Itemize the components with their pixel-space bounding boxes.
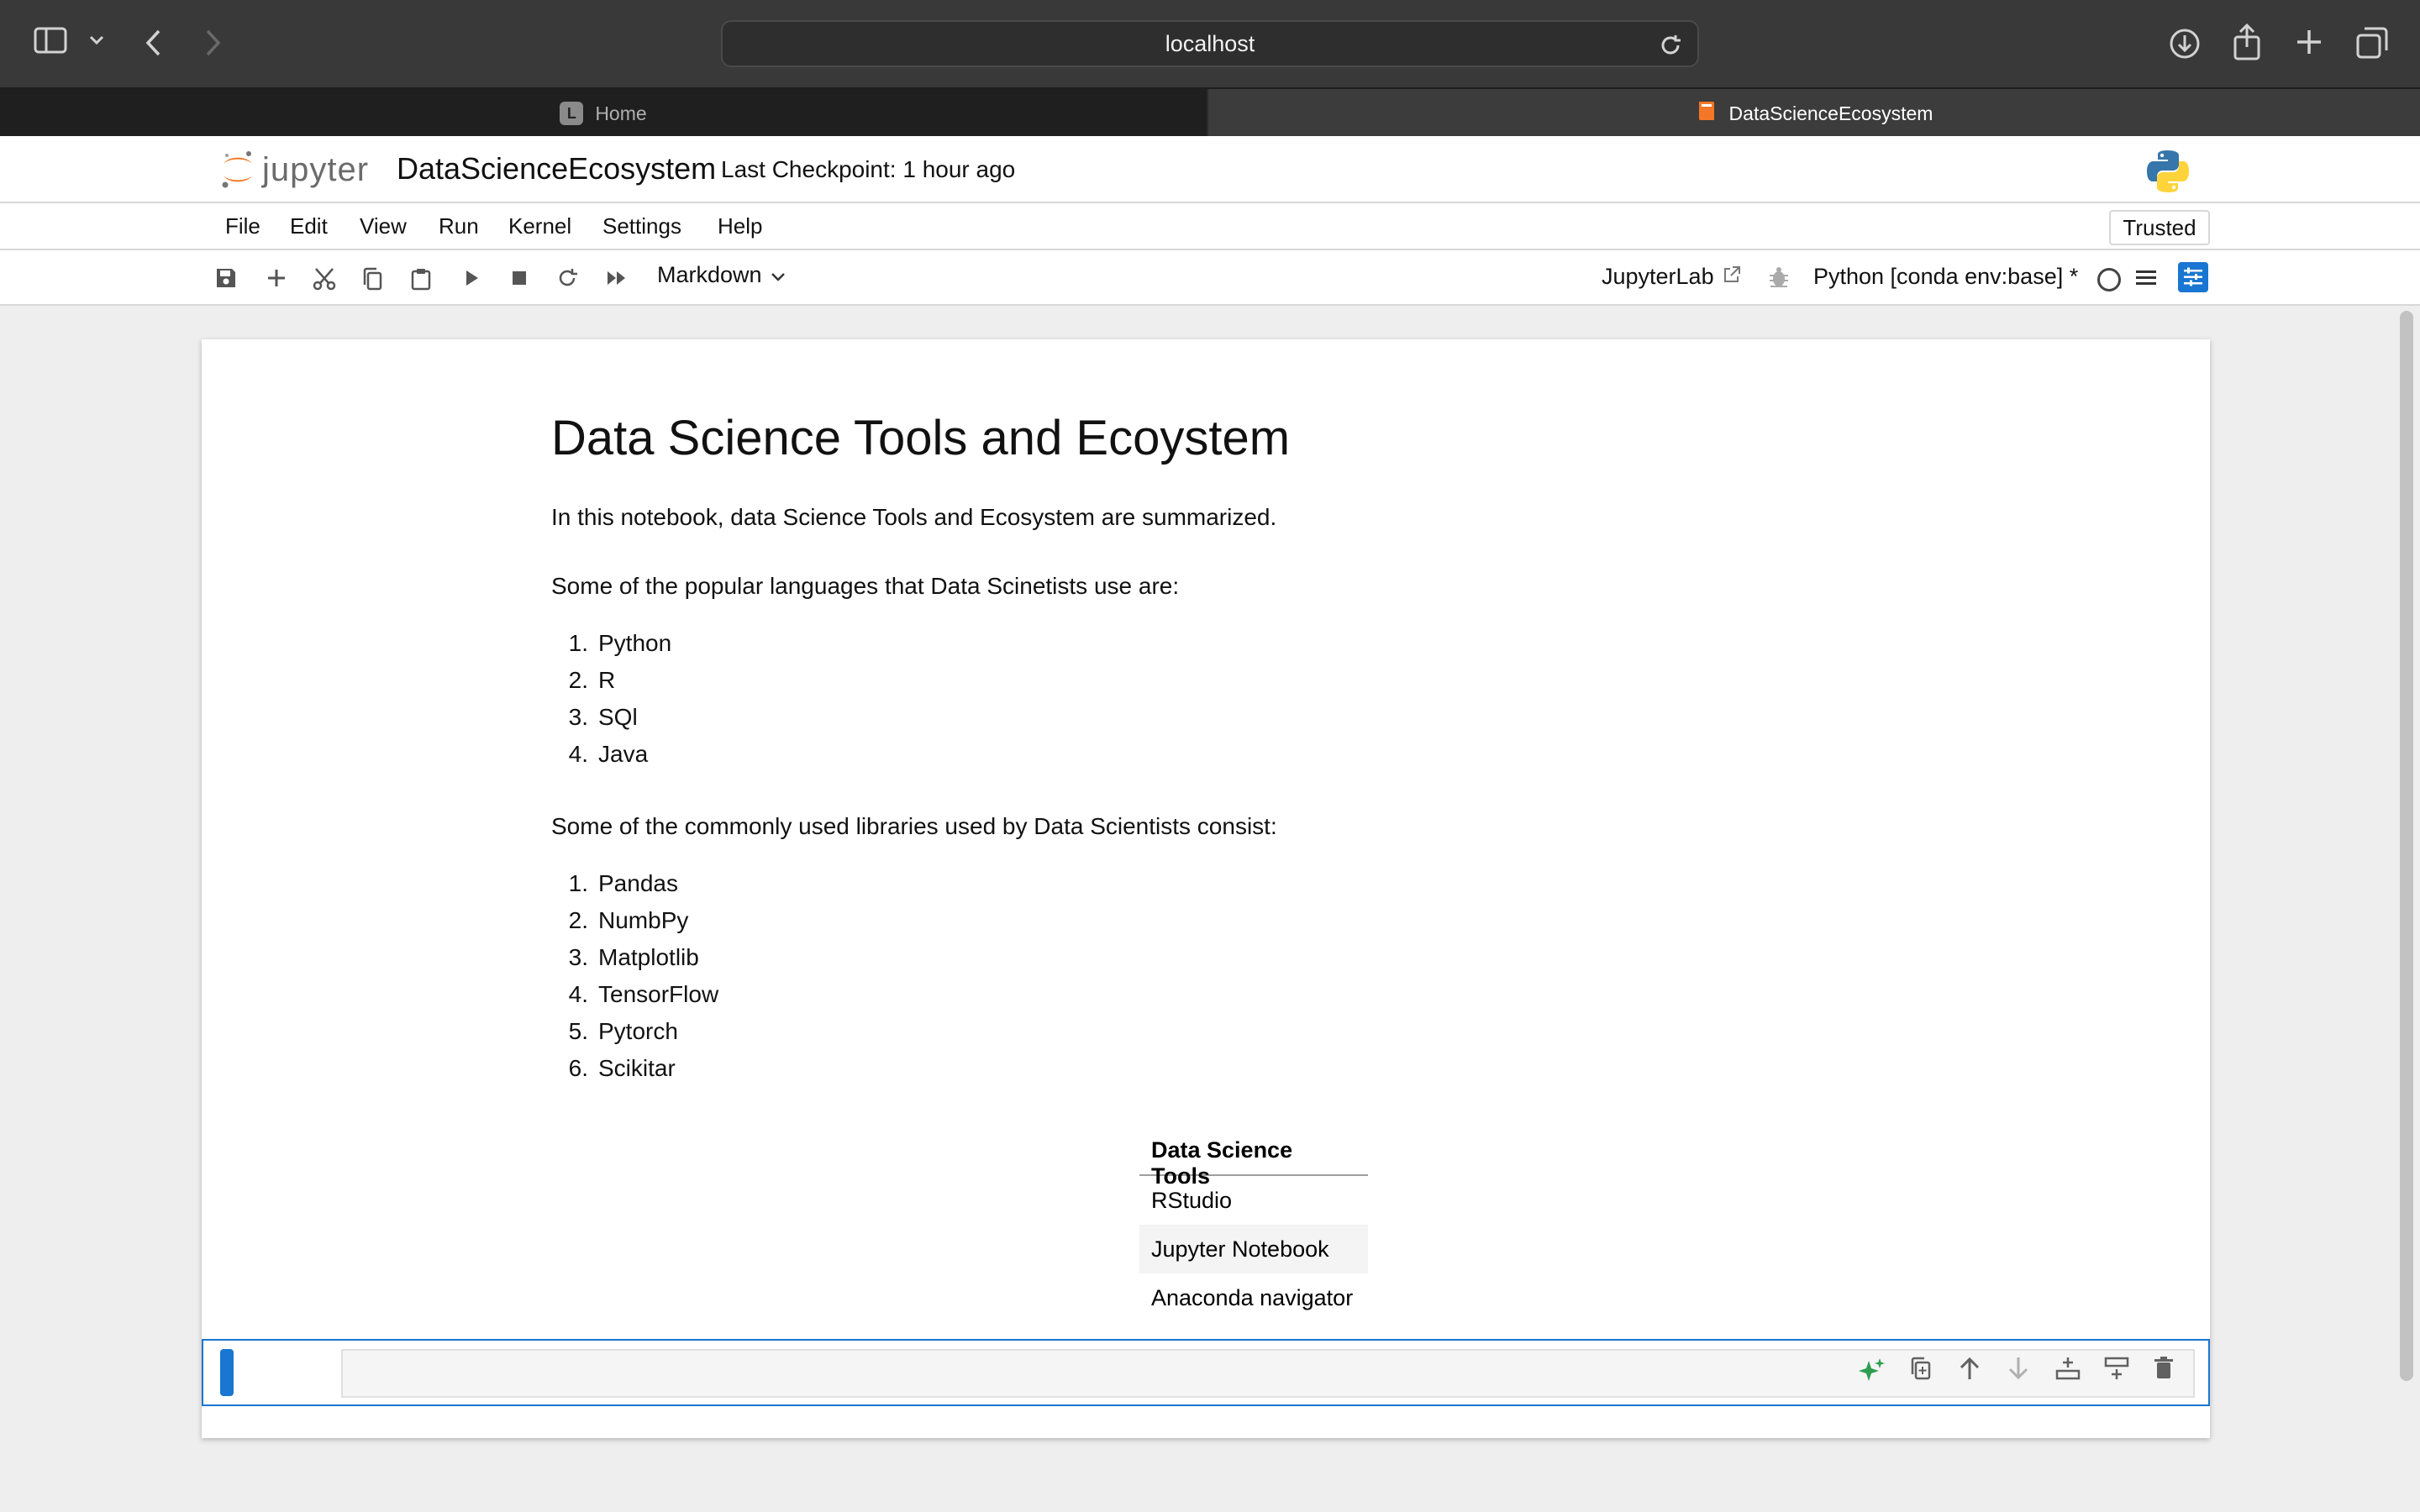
browser-toolbar: localhost (0, 0, 2420, 87)
reload-icon[interactable] (1659, 34, 1682, 63)
move-down-icon[interactable] (2007, 1356, 2030, 1381)
list-item: 2. R (568, 667, 616, 693)
back-icon[interactable] (145, 29, 161, 57)
forward-icon[interactable] (205, 29, 222, 57)
cell-collapser[interactable] (220, 1349, 234, 1396)
jupyter-logo-icon (222, 151, 252, 188)
debugger-icon[interactable] (1768, 265, 1790, 289)
paste-icon[interactable] (410, 267, 432, 291)
list-item: 6. Scikitar (568, 1055, 676, 1081)
cell-type-value: Markdown (657, 262, 762, 287)
trusted-badge[interactable]: Trusted (2109, 210, 2210, 245)
tab-label: Home (595, 102, 647, 124)
tab-label: DataScienceEcosystem (1728, 102, 1933, 124)
list-item: 3. Matplotlib (568, 944, 699, 970)
table-row: Jupyter Notebook (1139, 1225, 1368, 1273)
sparkle-icon[interactable] (1857, 1356, 1887, 1386)
address-bar[interactable]: localhost (721, 20, 1699, 67)
copy-icon[interactable] (361, 267, 383, 291)
menu-bar: File Edit View Run Kernel Settings Help … (0, 203, 2420, 250)
jupyter-logo[interactable]: jupyter (220, 150, 369, 190)
property-inspector-icon[interactable] (2178, 262, 2208, 292)
list-item: 4. TensorFlow (568, 981, 719, 1007)
chevron-down-icon (771, 262, 786, 288)
notebook-toolbar: Markdown JupyterLab Python [conda env:ba… (0, 250, 2420, 306)
cut-icon[interactable] (313, 267, 336, 291)
stop-icon[interactable] (509, 267, 529, 289)
intro-text: In this notebook, data Science Tools and… (551, 504, 1277, 530)
languages-heading: Some of the popular languages that Data … (551, 573, 1180, 599)
jupyter-logo-text: jupyter (262, 150, 370, 188)
tab-bar: L Home DataScienceEcosystem (0, 87, 2420, 138)
languages-list: 1. Python 2. R 3. SQl 4. Java (551, 630, 672, 778)
notebook-page: Data Science Tools and Ecoystem In this … (202, 339, 2210, 1438)
browser-chrome: localhost L Home DataScienceEcosystem (0, 0, 2420, 138)
list-item: 3. SQl (568, 704, 638, 730)
menu-kernel[interactable]: Kernel (508, 213, 571, 239)
notebook-name[interactable]: DataScienceEcosystem (397, 151, 716, 186)
jupyterlab-label: JupyterLab (1602, 264, 1714, 289)
menu-settings[interactable]: Settings (602, 213, 681, 239)
notebook-favicon-icon (1696, 99, 1718, 128)
restart-icon[interactable] (556, 267, 578, 289)
duplicate-cell-icon[interactable] (1909, 1356, 1933, 1381)
table-row: Anaconda navigator (1151, 1285, 1354, 1310)
kernel-status-icon (2097, 268, 2121, 291)
save-icon[interactable] (215, 267, 237, 289)
scrollbar[interactable] (2400, 311, 2413, 1381)
sidebar-toggle-icon[interactable] (34, 27, 67, 54)
menu-run[interactable]: Run (439, 213, 479, 239)
table-header: Data Science Tools (1139, 1124, 1368, 1189)
jupyter-header: jupyter DataScienceEcosystem Last Checkp… (0, 136, 2420, 203)
list-item: 1. Python (568, 630, 672, 656)
libraries-heading: Some of the commonly used libraries used… (551, 813, 1277, 839)
list-item: 5. Pytorch (568, 1018, 678, 1044)
libraries-list: 1. Pandas 2. NumbPy 3. Matplotlib 4. TensorF… (551, 870, 719, 1092)
menu-edit[interactable]: Edit (290, 213, 328, 239)
share-icon[interactable] (2232, 24, 2262, 60)
downloads-icon[interactable] (2168, 27, 2202, 60)
list-item: 2. NumbPy (568, 907, 689, 933)
tab-home[interactable]: L Home (0, 89, 1207, 138)
tab-overview-icon[interactable] (2356, 27, 2388, 59)
kernel-name[interactable]: Python [conda env:base] * (1813, 264, 2078, 290)
tab-datascienceecosystem[interactable]: DataScienceEcosystem (1208, 89, 2420, 138)
fast-forward-icon[interactable] (605, 267, 629, 289)
cell-type-dropdown[interactable]: Markdown (657, 262, 786, 288)
delete-cell-icon[interactable] (2153, 1356, 2175, 1381)
new-tab-icon[interactable] (2296, 29, 2323, 55)
menu-file[interactable]: File (225, 213, 260, 239)
home-favicon: L (560, 102, 584, 125)
list-item: 4. Java (568, 741, 649, 767)
tools-table: Data Science Tools RStudio Jupyter Noteb… (1139, 1124, 1368, 1322)
insert-below-icon[interactable] (2104, 1356, 2129, 1381)
jupyterlab-link[interactable]: JupyterLab (1602, 264, 1741, 290)
python-logo-icon (2144, 148, 2191, 199)
chevron-down-icon[interactable] (89, 35, 104, 45)
move-up-icon[interactable] (1958, 1356, 1981, 1381)
last-checkpoint: Last Checkpoint: 1 hour ago (721, 156, 1016, 182)
list-item: 1. Pandas (568, 870, 678, 896)
external-link-icon (1723, 264, 1741, 290)
run-icon[interactable] (462, 267, 481, 289)
page-title: Data Science Tools and Ecoystem (551, 411, 1291, 465)
insert-above-icon[interactable] (2055, 1356, 2081, 1381)
menu-view[interactable]: View (360, 213, 407, 239)
menu-lines-icon[interactable] (2134, 267, 2158, 293)
url-text: localhost (1165, 30, 1255, 56)
menu-help[interactable]: Help (718, 213, 762, 239)
add-cell-icon[interactable] (266, 267, 287, 289)
active-code-cell[interactable] (202, 1339, 2210, 1406)
